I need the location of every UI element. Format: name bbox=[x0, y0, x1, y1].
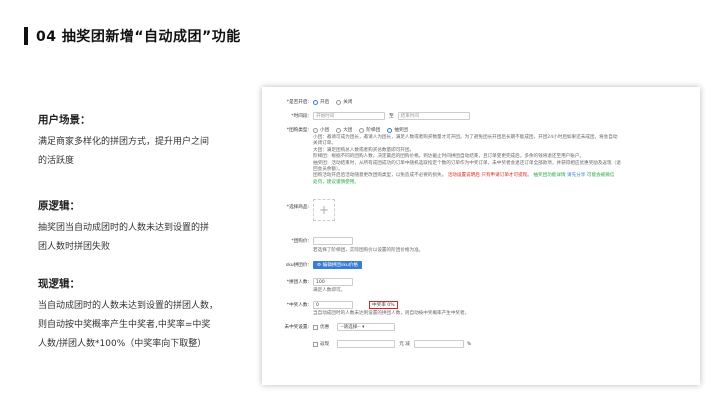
note-red-text: 只有申请订单才可提现 bbox=[481, 173, 528, 179]
cashback-to-text: 元 减 bbox=[399, 342, 410, 347]
note-green-text: 抽奖团功能详情 bbox=[533, 173, 566, 179]
goods-label: *选择商品: bbox=[286, 205, 309, 210]
type-label: *团购类型: bbox=[286, 128, 309, 133]
rate-value: 0% bbox=[387, 302, 395, 308]
type-description: 小团：邀请可成为团长，邀请人为团长，满足人数或者购买数量才可开团。为了避免团长开… bbox=[313, 135, 693, 186]
note-blue-link[interactable]: 请先分享 bbox=[567, 173, 585, 178]
coupon-checkbox[interactable] bbox=[313, 324, 318, 330]
win-rate-highlight: 中奖率 0% bbox=[369, 301, 398, 309]
note-text: 团购活动开启后活动随意更改团购类型，以免造成不必要的损失。 bbox=[313, 173, 447, 179]
goods-row: *选择商品: + bbox=[262, 199, 700, 221]
cashback-percent-input[interactable] bbox=[413, 340, 464, 348]
price-input[interactable] bbox=[313, 237, 353, 245]
text-line: 抽奖团当自动成团时的人数未达到设置的拼 bbox=[38, 223, 210, 233]
note-red-text: 活动设置说明后 bbox=[447, 173, 480, 179]
radio-label: 关闭 bbox=[343, 100, 353, 105]
type-row: *团购类型: 小团 大团 阶梯团 抽奖团 bbox=[262, 127, 700, 133]
sku-row: sku拼团价: ⚙ 编辑拼团sku价格 bbox=[262, 261, 700, 269]
radio-label: 小团 bbox=[320, 128, 330, 133]
note-text: 。 bbox=[527, 173, 532, 179]
percent-text: % bbox=[466, 341, 472, 347]
time-label: *时间段: bbox=[291, 114, 309, 119]
text-line: 当自动成团时的人数未达到设置的拼团人数， bbox=[38, 301, 219, 311]
radio-dot bbox=[336, 99, 342, 105]
people-hint: 满足人数即可。 bbox=[313, 288, 346, 293]
radio-dot-checked bbox=[313, 99, 318, 105]
section-heading: 原逻辑： bbox=[38, 200, 80, 212]
edit-sku-price-button[interactable]: ⚙ 编辑拼团sku价格 bbox=[313, 261, 362, 269]
text-line: 人数/拼团人数*100%（中奖率向下取整） bbox=[38, 339, 207, 349]
text-line: 满足商家多样化的拼团方式，提升用户之间 bbox=[38, 137, 210, 147]
user-scenario-section: 用户场景： 满足商家多样化的拼团方式，提升用户之间 的活跃度 bbox=[38, 112, 238, 171]
type-big-radio[interactable]: 大团 bbox=[336, 127, 352, 133]
add-goods-button[interactable]: + bbox=[313, 199, 335, 221]
sku-label: sku拼团价: bbox=[285, 263, 309, 268]
section-text: 满足商家多样化的拼团方式，提升用户之间 的活跃度 bbox=[38, 133, 238, 171]
time-row: *时间段: 开始时间 至 结束时间 bbox=[262, 112, 700, 120]
radio-dot bbox=[313, 127, 318, 133]
type-lottery-radio[interactable]: 抽奖团 bbox=[387, 127, 408, 133]
setting-label: 未中奖设置: bbox=[284, 325, 309, 330]
text-line: 团人数时拼团失败 bbox=[38, 242, 111, 252]
open-off-radio[interactable]: 关闭 bbox=[336, 99, 352, 105]
type-small-radio[interactable]: 小团 bbox=[313, 127, 329, 133]
open-row: *是否开启: 开启 关闭 bbox=[262, 99, 700, 105]
radio-dot bbox=[359, 127, 365, 133]
start-time-input[interactable]: 开始时间 bbox=[313, 112, 385, 120]
people-input[interactable]: 100 bbox=[313, 278, 353, 286]
radio-dot bbox=[336, 127, 342, 133]
radio-label: 抽奖团 bbox=[394, 128, 408, 133]
note-green-text: 可能会被微信 bbox=[586, 173, 615, 179]
coupon-select[interactable]: --请选择-- ▾ bbox=[337, 323, 396, 331]
open-label: *是否开启: bbox=[286, 100, 309, 105]
radio-label: 大团 bbox=[343, 128, 353, 133]
end-time-input[interactable]: 结束时间 bbox=[397, 112, 470, 120]
cashback-amount-input[interactable] bbox=[337, 340, 396, 348]
setting-row: 未中奖设置: 优惠 --请选择-- ▾ bbox=[262, 323, 700, 331]
select-value: --请选择-- bbox=[340, 325, 361, 330]
radio-label: 阶梯团 bbox=[366, 128, 381, 133]
rate-label: 中奖率 bbox=[372, 303, 386, 308]
price-label: *团购价: bbox=[291, 239, 309, 244]
text-line: 的活跃度 bbox=[38, 156, 75, 166]
text-line: 则自动按中奖概率产生中奖者,中奖率=中奖 bbox=[38, 320, 211, 330]
button-label: 编辑拼团sku价格 bbox=[322, 263, 358, 268]
radio-dot-checked bbox=[387, 127, 393, 133]
price-row: *团购价: bbox=[262, 237, 700, 245]
title-marker bbox=[24, 27, 28, 45]
section-text: 当自动成团时的人数未达到设置的拼团人数， 则自动按中奖概率产生中奖者,中奖率=中… bbox=[38, 297, 253, 354]
people-row: *拼团人数: 100 bbox=[262, 278, 700, 286]
winners-row: *中奖人数: 0 中奖率 0% bbox=[262, 301, 700, 309]
slide-title: 04 抽奖团新增“自动成团”功能 bbox=[24, 26, 241, 46]
winners-input[interactable]: 0 bbox=[313, 301, 353, 309]
old-logic-section: 原逻辑： 抽奖团当自动成团时的人数未达到设置的拼 团人数时拼团失败 bbox=[38, 198, 238, 257]
plus-icon: + bbox=[318, 203, 330, 217]
page-title: 04 抽奖团新增“自动成团”功能 bbox=[36, 29, 241, 45]
people-label: *拼团人数: bbox=[286, 280, 309, 285]
cashback-label: 返现 bbox=[320, 342, 330, 347]
winners-label: *中奖人数: bbox=[286, 303, 309, 308]
cashback-row: 返现 元 减 % bbox=[262, 340, 700, 348]
cashback-checkbox[interactable] bbox=[313, 341, 318, 347]
note-green-text: 处罚，建议谨慎使用。 bbox=[313, 179, 359, 185]
radio-label: 开启 bbox=[320, 100, 330, 105]
new-logic-section: 现逻辑： 当自动成团时的人数未达到设置的拼团人数， 则自动按中奖概率产生中奖者,… bbox=[38, 276, 253, 354]
form-screenshot: *是否开启: 开启 关闭 *时间段: 开始时间 至 结束时间 *团购类型: 小团… bbox=[262, 87, 700, 385]
section-heading: 现逻辑： bbox=[38, 278, 80, 290]
type-ladder-radio[interactable]: 阶梯团 bbox=[359, 127, 380, 133]
section-heading: 用户场景： bbox=[38, 114, 91, 126]
price-hint: 若选择了阶梯团，实际团购价以设置的阶团价格为准。 bbox=[313, 248, 424, 253]
section-text: 抽奖团当自动成团时的人数未达到设置的拼 团人数时拼团失败 bbox=[38, 219, 238, 257]
time-to-text: 至 bbox=[389, 114, 394, 119]
winners-hint: 当自动成团时的人数未达到设置的拼团人数，则自动按中奖概率产生中奖者。 bbox=[313, 311, 470, 316]
open-on-radio[interactable]: 开启 bbox=[313, 99, 329, 105]
coupon-label: 优惠 bbox=[320, 325, 330, 330]
